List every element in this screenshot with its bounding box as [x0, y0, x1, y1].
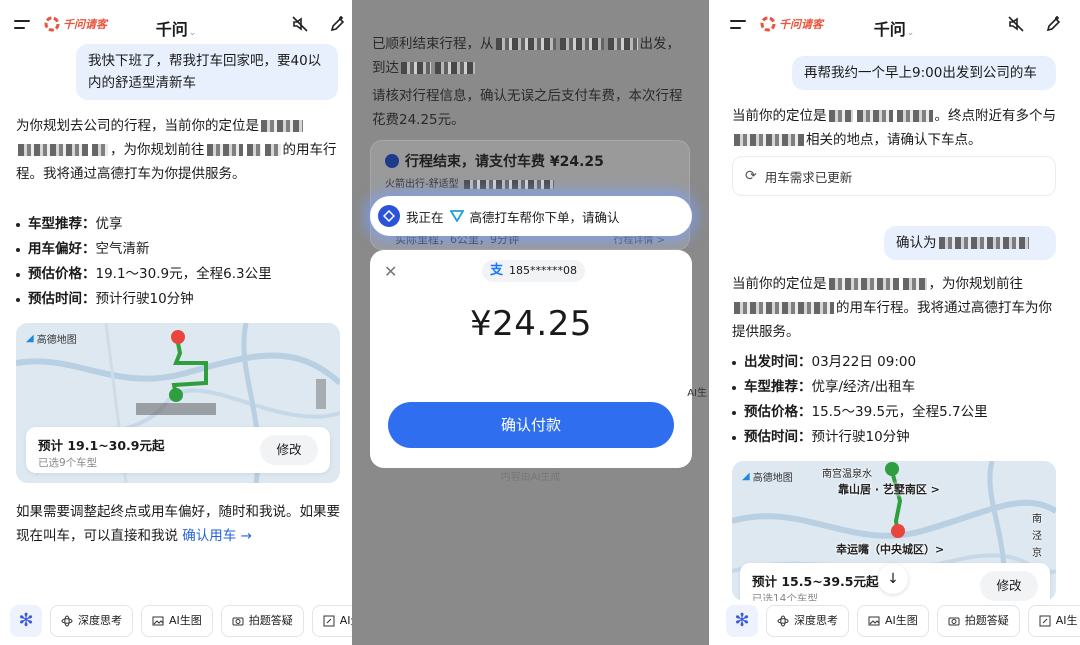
top-bar: 千问请客 千问⌄ [0, 8, 352, 44]
refresh-icon: ⟳ [745, 168, 757, 184]
new-chat-icon[interactable] [328, 14, 348, 34]
camera-icon [232, 617, 244, 626]
ordering-status-pill: 我正在 高德打车帮你下单，请确认 [370, 196, 692, 236]
chat-panel-1: 千问请客 千问⌄ 我快下班了，帮我打车回家吧，要40以内的舒适型清新车 为你规划… [0, 0, 352, 645]
assistant-reply: 当前你的定位是 。终点附近有多个与相关的地点，请确认下车点。 [732, 108, 1056, 148]
payment-panel: 已顺利结束行程，从 出发，到达 请核对行程信息，确认无误之后支付车费，本次行程花费… [352, 0, 709, 645]
ai-disclaimer: 内容由AI生成 [500, 472, 561, 483]
bottom-toolbar: ✻ 深度思考 AI生图 拍题答疑 AI生 [0, 605, 352, 639]
list-item: 车型推荐：优享 [16, 212, 272, 237]
ai-write-button[interactable]: AI生 [1027, 605, 1080, 637]
list-item: 车型推荐：优享/经济/出租车 [732, 375, 988, 400]
mute-icon[interactable] [1006, 14, 1026, 34]
route-map[interactable]: ◢ 高德地图 预计 19.1~30.9元起 已选9个车型 修改 [16, 323, 340, 483]
ai-image-button[interactable]: AI生图 [857, 605, 929, 637]
list-item: 预估价格：19.1～30.9元，全程6.3公里 [16, 262, 272, 287]
new-chat-icon[interactable] [1044, 14, 1064, 34]
ai-write-button[interactable]: AI生 [311, 605, 352, 637]
pen-icon [1039, 615, 1051, 627]
assistant-reply: 为你规划去公司的行程，当前你的定位是，为你规划前往 的用车行程。我将通过高德打车为… [16, 118, 337, 182]
amap-logo-icon [449, 210, 464, 222]
amap-logo-icon: ◢ [742, 471, 750, 482]
deep-think-button[interactable]: 深度思考 [50, 605, 133, 637]
close-icon[interactable]: ✕ [384, 262, 397, 281]
deep-think-button[interactable]: 深度思考 [766, 605, 849, 637]
side-label: AI生 [687, 388, 707, 399]
list-item: 预估时间：预计行驶10分钟 [16, 287, 272, 312]
map-logo: ◢ 高德地图 [742, 471, 793, 484]
map-logo: ◢ 高德地图 [26, 333, 77, 346]
map-place-label[interactable]: 幸运嘴（中央城区）> [836, 541, 944, 557]
car-service-name: 火箭出行-舒适型 [385, 179, 459, 190]
payment-modal: ✕ 支 185******08 ¥24.25 确认付款 [370, 250, 692, 468]
car-type-count: 已选14个车型 [752, 593, 818, 601]
trip-finished-text: 已顺利结束行程，从 出发，到达 [372, 36, 680, 76]
list-item: 用车偏好：空气清新 [16, 237, 272, 262]
scroll-down-icon[interactable]: ↓ [878, 564, 908, 594]
car-type-count: 已选9个车型 [38, 457, 98, 469]
payment-amount: ¥24.25 [470, 304, 592, 344]
confirm-ride-link[interactable]: 确认用车 → [182, 528, 252, 544]
assistant-followup: 如果需要调整起终点或用车偏好，随时和我说。如果要现在叫车，可以直接和我说 确认用… [16, 504, 340, 544]
top-bar: 千问请客 千问⌄ [716, 8, 1080, 44]
confirm-payment-button[interactable]: 确认付款 [388, 402, 674, 448]
list-item: 出发时间：03月22日 09:00 [732, 350, 988, 375]
clock-icon [385, 154, 399, 168]
trip-summary-list: 车型推荐：优享 用车偏好：空气清新 预估价格：19.1～30.9元，全程6.3公… [16, 212, 272, 312]
ai-image-button[interactable]: AI生图 [141, 605, 213, 637]
photo-solve-button[interactable]: 拍题答疑 [220, 605, 304, 637]
estimate-price: 预计 19.1~30.9元起 [38, 438, 165, 453]
chevron-down-icon: ⌄ [188, 28, 197, 38]
chevron-down-icon: ⌄ [906, 28, 915, 38]
sparkle-button[interactable]: ✻ [10, 605, 42, 637]
list-item: 预估价格：15.5～39.5元，全程5.7公里 [732, 400, 988, 425]
amap-logo-icon: ◢ [26, 333, 34, 344]
sparkle-button[interactable]: ✻ [726, 605, 758, 637]
trip-summary-list: 出发时间：03月22日 09:00 车型推荐：优享/经济/出租车 预估价格：15… [732, 350, 988, 450]
camera-icon [948, 617, 960, 626]
payment-account[interactable]: 支 185******08 [482, 260, 586, 282]
assistant-reply: 当前你的定位是 ，为你规划前往的用车行程。我将通过高德打车为你提供服务。 [732, 276, 1052, 340]
photo-solve-button[interactable]: 拍题答疑 [936, 605, 1020, 637]
edit-button[interactable]: 修改 [980, 571, 1038, 601]
estimate-card: 预计 19.1~30.9元起 已选9个车型 修改 [26, 427, 330, 473]
user-message: 我快下班了，帮我打车回家吧，要40以内的舒适型清新车 [76, 44, 338, 100]
verify-text: 请核对行程信息，确认无误之后支付车费，本次行程花费24.25元。 [372, 88, 683, 128]
trip-end-title: 行程结束，请支付车费 ¥24.25 [405, 154, 604, 170]
user-message: 确认为 [884, 226, 1056, 260]
alipay-icon: 支 [490, 263, 504, 278]
map-place-label: 南宫温泉水 [822, 469, 872, 480]
user-message: 再帮我约一个早上9:00出发到公司的车 [792, 56, 1056, 90]
map-place-label[interactable]: 靠山居 · 艺墅南区 > [838, 481, 940, 497]
pen-icon [323, 615, 335, 627]
edit-button[interactable]: 修改 [260, 435, 318, 465]
estimate-price: 预计 15.5~39.5元起 [752, 574, 879, 589]
atom-icon [777, 615, 789, 627]
image-icon [868, 616, 880, 626]
image-icon [152, 616, 164, 626]
bottom-toolbar: ✻ 深度思考 AI生图 拍题答疑 AI生 [716, 605, 1080, 639]
mute-icon[interactable] [290, 14, 310, 34]
atom-icon [61, 615, 73, 627]
ride-status-box: ⟳ 用车需求已更新 [732, 156, 1056, 196]
list-item: 预估时间：预计行驶10分钟 [732, 425, 988, 450]
chat-panel-2: 千问请客 千问⌄ 再帮我约一个早上9:00出发到公司的车 当前你的定位是 。终点附… [716, 0, 1080, 645]
assistant-avatar-icon [378, 205, 400, 227]
